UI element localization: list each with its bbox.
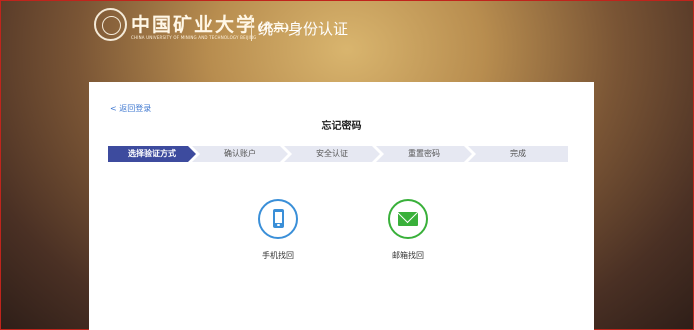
system-title: 统一身份认证 [258, 20, 349, 38]
back-to-login-link[interactable]: < 返回登录 [110, 103, 151, 114]
phone-recovery-option[interactable]: 手机找回 [243, 199, 313, 261]
email-recovery-option[interactable]: 邮箱找回 [373, 199, 443, 261]
step-choose-method: 选择验证方式 [108, 146, 196, 162]
step-reset-password: 重置密码 [376, 146, 472, 162]
page-title: 忘记密码 [321, 121, 362, 132]
step-security-auth: 安全认证 [284, 146, 380, 162]
mail-icon [398, 212, 418, 226]
step-confirm-account: 确认账户 [192, 146, 288, 162]
phone-circle[interactable] [258, 199, 298, 239]
email-recovery-label[interactable]: 邮箱找回 [373, 250, 443, 261]
forgot-password-card: < 返回登录 忘记密码 选择验证方式 确认账户 安全认证 重置密码 完成 手机找… [89, 82, 594, 330]
header-divider [251, 15, 252, 41]
university-name-en: CHINA UNIVERSITY OF MINING AND TECHNOLOG… [131, 35, 257, 40]
phone-recovery-label[interactable]: 手机找回 [243, 250, 313, 261]
university-logo-icon [94, 8, 127, 41]
progress-steps: 选择验证方式 确认账户 安全认证 重置密码 完成 [108, 146, 568, 162]
phone-icon [273, 209, 284, 228]
mail-circle[interactable] [388, 199, 428, 239]
step-complete: 完成 [468, 146, 568, 162]
